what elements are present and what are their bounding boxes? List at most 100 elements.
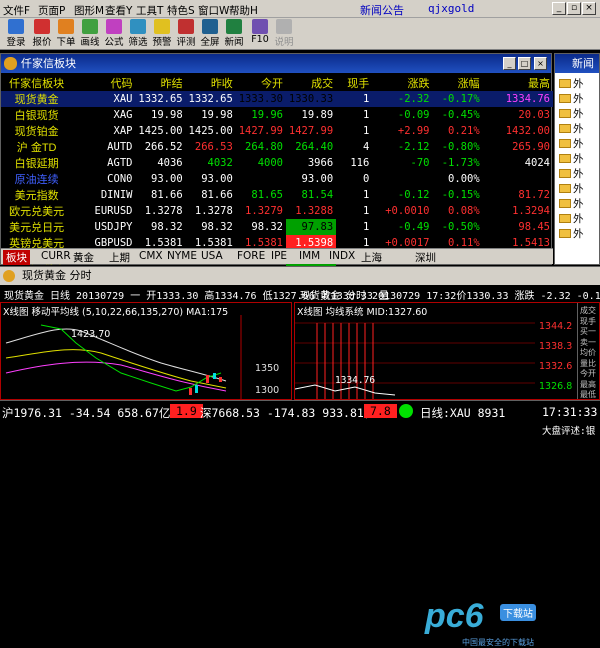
quote-cell: 4036 (157, 157, 183, 169)
quote-cell: 4 (362, 141, 370, 153)
instrument-name: 现货铂金 (14, 126, 59, 138)
folder-icon (559, 139, 571, 148)
alert-icon (154, 19, 170, 34)
menu-window[interactable]: 窗口W (198, 3, 229, 18)
quote-row[interactable]: 美元兑日元 USDJPY 98.32 98.32 98.32 97.83 1 -0.49 -0.… (1, 219, 553, 235)
quote-row[interactable]: 原油连续 CON0 93.00 93.00 93.00 0 0.00% (1, 171, 553, 187)
news-folder-label: 外 (573, 93, 584, 105)
minute-side-label: 量比 (580, 358, 596, 368)
market-tab[interactable]: FORE (237, 250, 265, 262)
column-header[interactable]: 昨收 (186, 75, 236, 91)
restore-button[interactable]: ▫ (567, 2, 581, 15)
news-folder-item[interactable]: 外 (559, 136, 584, 150)
menu-view[interactable]: 查看Y (105, 3, 132, 18)
news-folder-label: 外 (573, 138, 584, 150)
login-button[interactable]: 登录 (4, 19, 28, 49)
quote-cell: 81.72 (518, 189, 550, 201)
quote-cell: 81.66 (201, 189, 233, 201)
kline-chart[interactable]: X线图 移动平均线 (5,10,22,66,135,270) MA1:175 1… (0, 302, 292, 400)
quote-row[interactable]: 欧元兑美元 EURUSD 1.3278 1.3278 1.3279 1.3288 1 +0.0… (1, 203, 553, 219)
help-doc-button[interactable]: 说明 (272, 19, 296, 49)
instrument-name: 沪 金TD (16, 142, 57, 154)
column-header[interactable]: 仟家信板块 (1, 75, 75, 91)
minute-side-panel: 成交 现手 买一 卖一 均价 量比 今开 最高 最低 (577, 303, 599, 399)
market-tab[interactable]: IMM (299, 250, 320, 262)
quote-row[interactable]: 美元指数 DINIW 81.66 81.66 81.65 81.54 1 -0.12 -0.15… (1, 187, 553, 203)
news-button[interactable]: 新闻 (222, 19, 246, 49)
panel-close-button[interactable]: × (534, 57, 547, 70)
news-folder-label: 外 (573, 213, 584, 225)
quote-cell: 1330.33 (285, 91, 337, 107)
quote-cell: -0.50% (441, 221, 480, 233)
column-header[interactable]: 现手 (336, 75, 372, 91)
column-header[interactable]: 昨结 (135, 75, 185, 91)
quote-cell (236, 171, 286, 187)
minute-side-label: 最高 (580, 379, 596, 389)
news-folder-item[interactable]: 外 (559, 151, 584, 165)
column-header[interactable]: 成交 (286, 75, 336, 91)
menu-graph[interactable]: 图形M (74, 3, 104, 18)
minute-side-label: 卖一 (580, 337, 596, 347)
news-folder-item[interactable]: 外 (559, 226, 584, 240)
news-folder-item[interactable]: 外 (559, 91, 584, 105)
quote-cell: 81.66 (151, 189, 183, 201)
menu-page[interactable]: 页面P (38, 3, 65, 18)
minute-axis-label: 1344.2 (539, 321, 573, 332)
fullscreen-icon (202, 19, 218, 34)
news-folder-item[interactable]: 外 (559, 76, 584, 90)
quote-cell: 0.08% (448, 205, 480, 217)
quote-row[interactable]: 沪 金TD AUTD 266.52 266.53 264.80 264.40 4 -2.12-… (1, 139, 553, 155)
column-header[interactable]: 涨跌 (372, 75, 432, 91)
market-tab[interactable]: 黄金 (73, 250, 94, 265)
minute-low-label: 1334.76 (335, 375, 376, 386)
market-tab[interactable]: NYME (167, 250, 197, 262)
market-tab[interactable]: CURR (41, 250, 71, 262)
kline-axis-label: 1350 (255, 363, 280, 374)
panel-minimize-button[interactable]: _ (503, 57, 516, 70)
minute-header: 现货黄金 分时 20130729 17:32价1330.33 涨跌 -2.32 … (300, 291, 600, 302)
market-tab[interactable]: INDX (329, 250, 355, 262)
chart-panel-titlebar: 现货黄金 分时 (0, 267, 600, 285)
instrument-code: XAP (113, 125, 133, 137)
news-announcement-link[interactable]: 新闻公告 (360, 2, 404, 18)
news-folder-item[interactable]: 外 (559, 181, 584, 195)
menu-file[interactable]: 文件F (3, 3, 30, 18)
column-header[interactable]: 最高 (483, 75, 553, 91)
menu-help[interactable]: 帮助H (229, 3, 258, 18)
news-folder-item[interactable]: 外 (559, 166, 584, 180)
close-button[interactable]: × (582, 2, 596, 15)
quote-row[interactable]: 白银现货 XAG 19.98 19.98 19.96 19.89 1 -0.09 -0.45% 2… (1, 107, 553, 123)
market-tab[interactable]: 板块 (3, 250, 30, 265)
quote-row[interactable]: 现货铂金 XAP 1425.00 1425.00 1427.99 1427.99 1 +2.9… (1, 123, 553, 139)
minute-chart[interactable]: X线图 均线系统 MID:1327.60 1334.76 1344.2 1338… (294, 302, 600, 400)
news-folder-item[interactable]: 外 (559, 211, 584, 225)
column-header[interactable]: 今开 (236, 75, 286, 91)
market-tab[interactable]: CMX (139, 250, 163, 262)
column-header[interactable]: 涨幅 (432, 75, 482, 91)
folder-icon (559, 124, 571, 133)
market-tab[interactable]: 上期 (109, 250, 130, 265)
news-folder-label: 外 (573, 153, 584, 165)
column-header[interactable]: 代码 (75, 75, 135, 91)
quote-row[interactable]: 现货黄金 XAU 1332.65 1332.65 1333.30 1330.33 1 -2.3… (1, 91, 553, 107)
menu-special[interactable]: 特色S (167, 3, 195, 18)
news-folder-item[interactable]: 外 (559, 121, 584, 135)
quote-row[interactable]: 白银延期 AGTD 4036 4032 4000 3966 116 -70 -1.73% 4024 (1, 155, 553, 171)
instrument-code: AUTD (107, 141, 133, 153)
quote-cell: 1332.65 (185, 91, 236, 107)
quote-cell: 98.32 (251, 221, 283, 233)
market-tab[interactable]: 上海 (361, 250, 382, 265)
news-folder-label: 外 (573, 108, 584, 120)
quote-cell: 93.00 (301, 173, 334, 185)
market-tab[interactable]: 深圳 (415, 250, 436, 265)
news-folder-item[interactable]: 外 (559, 106, 584, 120)
minimize-button[interactable]: _ (552, 2, 566, 15)
quote-cell: +2.99 (397, 125, 430, 137)
panel-maximize-button[interactable]: □ (518, 57, 531, 70)
menu-tools[interactable]: 工具T (136, 3, 163, 18)
market-tab[interactable]: USA (201, 250, 223, 262)
news-icon (226, 19, 242, 34)
market-tab[interactable]: IPE (271, 250, 287, 262)
menu-bar: 文件F 页面P 图形M 查看Y 工具T 特色S 窗口W 帮助H 新闻公告 qjx… (0, 0, 600, 18)
news-folder-item[interactable]: 外 (559, 196, 584, 210)
